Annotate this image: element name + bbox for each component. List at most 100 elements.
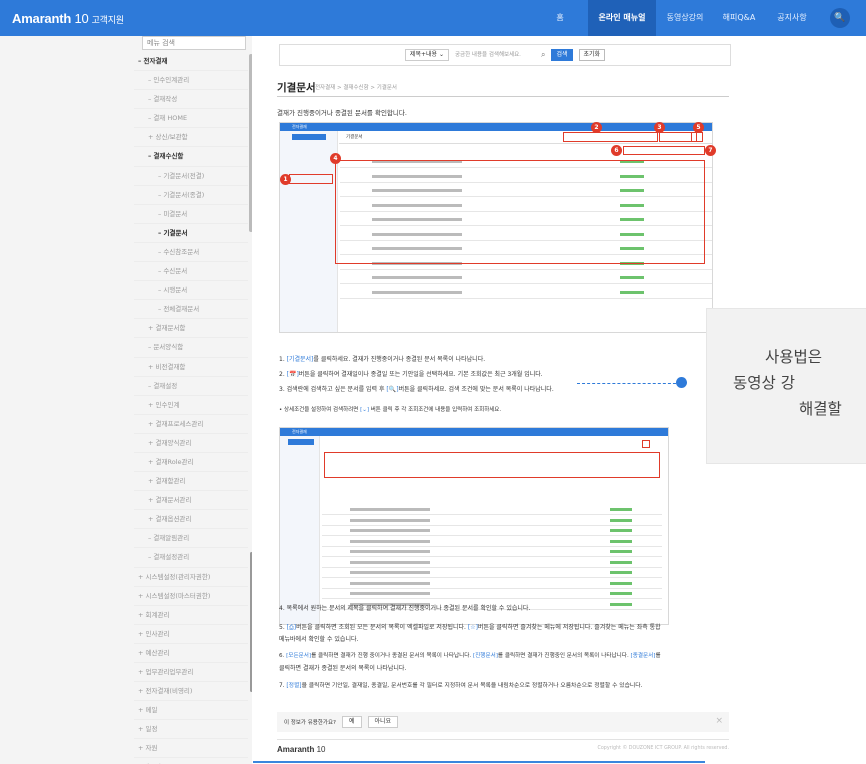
nav-notice[interactable]: 공지사항 <box>772 0 812 36</box>
screenshot-divider <box>339 143 712 144</box>
sidebar-item[interactable]: – 기결문서(전결) <box>134 167 248 186</box>
sidebar-item[interactable]: + 결재양식관리 <box>134 434 248 453</box>
sidebar-item[interactable]: – 결재알림관리 <box>134 529 248 549</box>
step-badge-6: 6 <box>611 145 622 156</box>
sidebar-scrollbar[interactable] <box>249 54 252 232</box>
highlight-6 <box>623 146 705 155</box>
sidebar-item[interactable]: + 업무관리업무관리 <box>134 663 248 683</box>
sidebar-item[interactable]: + 전자결재(비영리) <box>134 682 248 702</box>
highlight-2 <box>563 132 658 142</box>
sidebar-item[interactable]: + 메일 <box>134 701 248 721</box>
screenshot-row-text <box>372 290 462 294</box>
step-badge-3: 3 <box>654 122 665 133</box>
nav-online-manual[interactable]: 온라인 매뉴얼 <box>588 0 656 36</box>
footer-logo: Amaranth 10 <box>277 745 326 754</box>
sidebar-item[interactable]: – 게시판 <box>134 758 248 764</box>
video-callout[interactable]: 사용법은 동영상 강 해결할 <box>706 308 866 464</box>
search-button[interactable]: 검색 <box>551 49 573 61</box>
nav-happy-qa[interactable]: 해피Q&A <box>718 0 760 36</box>
sidebar-item[interactable]: + 결재문서관리 <box>134 491 248 511</box>
step-3: 3. 검색란에 검색하고 싶은 문서를 입력 후 [🔍]버튼을 클릭하세요. 검… <box>279 386 554 393</box>
sidebar-item[interactable]: + 인사관리 <box>134 625 248 644</box>
screenshot-left-menu <box>280 436 320 624</box>
step-5: 5. [⎙]버튼을 클릭하면 조회된 모든 문서의 목록이 엑셀파일로 저장됩니… <box>279 624 661 631</box>
screenshot-row <box>322 514 662 515</box>
step-5-cont: 메뉴바에서 확인할 수 있습니다. <box>279 636 359 643</box>
sidebar-item[interactable]: – 수신참조문서 <box>134 243 248 263</box>
screenshot-window-bar: 전자결재 <box>280 123 712 131</box>
sidebar-item[interactable]: – 기결문서 <box>134 224 248 243</box>
sidebar-item[interactable]: + 시스템설정(관리자권한) <box>134 568 248 587</box>
search-scope-select[interactable]: 제목+내용 ⌄ <box>404 49 449 61</box>
sidebar-item[interactable]: + 시스템설정(마스터권한) <box>134 587 248 606</box>
step-4: 4. 목록에서 원하는 문서의 제목을 클릭하여 결재가 진행중이거나 종결된 … <box>279 605 531 612</box>
sidebar-item[interactable]: + 결재Role관리 <box>134 453 248 473</box>
highlight-detail-conditions <box>324 452 660 478</box>
screenshot-row-text <box>350 592 430 595</box>
search-icon[interactable]: ⌕ <box>541 50 545 60</box>
highlight-5 <box>691 132 703 142</box>
sidebar-item[interactable]: – 결재수신함 <box>134 147 248 167</box>
callout-line-2: 동영상 강 <box>733 374 795 392</box>
callout-line-1: 사용법은 <box>765 348 823 366</box>
breadcrumb: 전자결재 > 결재수신함 > 기결문서 <box>315 85 397 91</box>
sidebar-item[interactable]: + 결재함관리 <box>134 472 248 492</box>
sidebar-item[interactable]: + 회계관리 <box>134 606 248 625</box>
callout-dot[interactable] <box>676 377 687 388</box>
screenshot-status <box>610 539 632 543</box>
page-scrollbar[interactable] <box>250 552 252 692</box>
search-icon[interactable]: 🔍 <box>830 8 850 28</box>
screenshot-row <box>322 524 662 526</box>
manual-search-input[interactable]: 궁금한 내용을 검색해보세요. <box>455 49 535 61</box>
sidebar-item[interactable]: + 일정 <box>134 720 248 740</box>
screenshot-window-bar: 전자결재 <box>280 428 668 436</box>
sidebar-item[interactable]: – 미결문서 <box>134 205 248 224</box>
sidebar-item[interactable]: – 결재작성 <box>134 90 248 110</box>
close-icon[interactable]: × <box>715 716 723 726</box>
screenshot-status <box>610 560 632 564</box>
feedback-no-button[interactable]: 아니요 <box>367 716 399 728</box>
sidebar-item[interactable]: – 인수인계관리 <box>134 71 248 91</box>
screenshot-row <box>340 283 712 284</box>
sidebar-item[interactable]: – 결재설정관리 <box>134 548 248 568</box>
step-6: 6. [모든문서]를 클릭하면 결재가 진행 중이거나 종결된 문서의 목록이 … <box>279 653 661 659</box>
sidebar-item[interactable]: + 상신/보관함 <box>134 128 248 148</box>
screenshot-status <box>610 529 632 532</box>
top-bar: Amaranth 10 고객지원 홈 온라인 매뉴얼 동영상강의 해피Q&A 공지… <box>0 0 866 36</box>
sidebar-item[interactable]: + 인수인계 <box>134 396 248 415</box>
sidebar-item[interactable]: – 문서양식함 <box>134 338 248 358</box>
page-intro: 결재가 진행중이거나 종결된 문서를 확인합니다. <box>277 109 407 117</box>
sidebar-item[interactable]: + 결재문서함 <box>134 319 248 339</box>
screenshot-status <box>610 550 632 553</box>
screenshot-status <box>610 602 632 606</box>
nav-home[interactable]: 홈 <box>548 0 572 36</box>
feedback-question: 이 정보가 유용한가요? <box>284 720 336 726</box>
footer: Amaranth 10 Copyright © DOUZONE ICT GROU… <box>277 739 729 757</box>
screenshot-status <box>620 276 644 279</box>
sidebar-item[interactable]: + 결재옵션관리 <box>134 510 248 530</box>
sidebar-item[interactable]: – 수신문서 <box>134 262 248 282</box>
screenshot-status <box>610 518 632 522</box>
step-badge-7: 7 <box>705 145 716 156</box>
sidebar-item[interactable]: + 예산관리 <box>134 644 248 663</box>
sidebar-item[interactable]: + 결재프로세스관리 <box>134 415 248 434</box>
screenshot-status <box>610 508 632 511</box>
sidebar-item[interactable]: – 시행문서 <box>134 281 248 301</box>
reset-button[interactable]: 초기화 <box>578 49 606 61</box>
sidebar-item[interactable]: + 자원 <box>134 739 248 759</box>
sidebar-item[interactable]: – 결재설정 <box>134 377 248 396</box>
sidebar-item[interactable]: – 기결문서(종결) <box>134 186 248 205</box>
menu-search-input[interactable]: 메뉴 검색 <box>142 36 246 50</box>
sidebar-item[interactable]: – 전체결재문서 <box>134 300 248 320</box>
page-bottom-line <box>253 761 705 763</box>
screenshot-row <box>322 535 662 536</box>
feedback-yes-button[interactable]: 예 <box>341 716 362 728</box>
sidebar-item[interactable]: – 결재 HOME <box>134 109 248 129</box>
sidebar-item[interactable]: + 비전결재함 <box>134 358 248 377</box>
nav-video-lectures[interactable]: 동영상강의 <box>662 0 708 36</box>
callout-connector <box>577 383 681 384</box>
highlight-1 <box>289 174 333 184</box>
brand-logo[interactable]: Amaranth 10 고객지원 <box>12 11 124 26</box>
screenshot-row-text <box>350 560 430 564</box>
sidebar-item[interactable]: – 전자결재 <box>134 52 248 72</box>
